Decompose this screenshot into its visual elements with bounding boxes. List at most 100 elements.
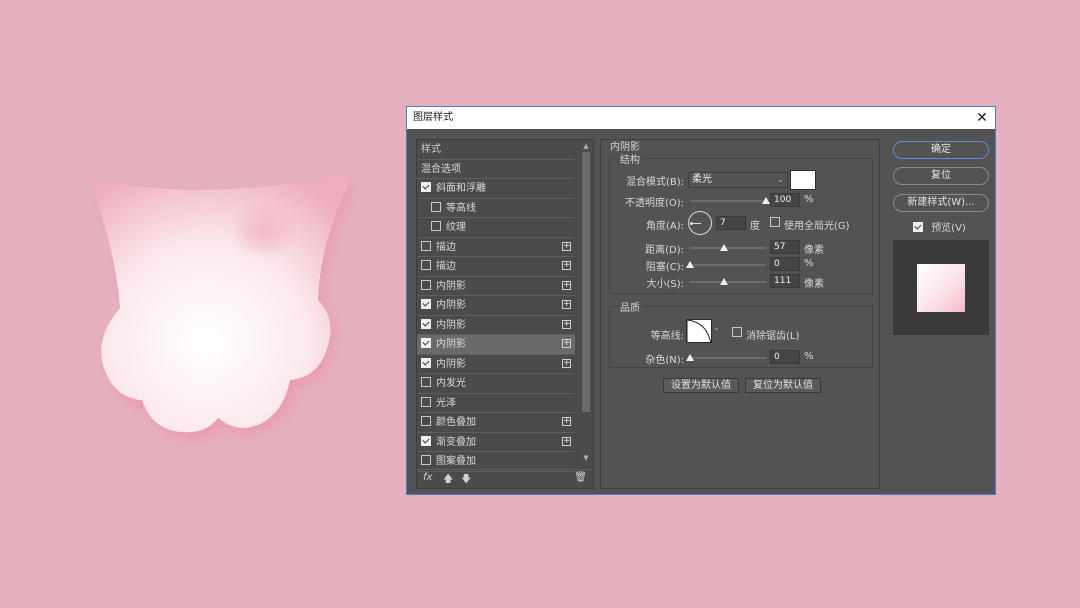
trash-icon[interactable]: 🗑 xyxy=(574,472,587,483)
distance-slider-thumb[interactable] xyxy=(720,244,729,251)
noise-unit: % xyxy=(804,351,814,362)
distance-slider[interactable] xyxy=(690,244,766,251)
style-item-label: 光泽 xyxy=(436,397,456,409)
style-item[interactable]: 斜面和浮雕 xyxy=(417,179,575,199)
inner-shadow-panel: 内阴影 结构 混合模式(B): 柔光 ⌄ 不透明度(O): 100 % 角度(A… xyxy=(600,139,880,489)
add-style-icon[interactable]: + xyxy=(562,436,571,446)
style-item-label: 内阴影 xyxy=(436,358,466,370)
styles-list: 样式 混合选项 斜面和浮雕 等高线 纹理 描边 + 描边 + 内阴影 + 内阴影 + 内阴影 + 内阴影 +… xyxy=(416,139,594,489)
new-style-button[interactable]: 新建样式(W)... xyxy=(893,194,989,212)
add-style-icon[interactable]: + xyxy=(562,417,571,426)
style-item[interactable]: 光泽 xyxy=(417,394,575,413)
add-style-icon[interactable]: + xyxy=(562,261,571,270)
style-checkbox[interactable] xyxy=(421,416,431,426)
style-checkbox[interactable] xyxy=(421,260,431,270)
choke-input[interactable]: 0 xyxy=(770,257,800,271)
style-item-label: 斜面和浮雕 xyxy=(436,183,486,194)
angle-dial[interactable] xyxy=(688,211,712,235)
angle-label: 角度(A): xyxy=(645,221,684,232)
add-style-icon[interactable]: + xyxy=(562,339,571,348)
structure-title: 结构 xyxy=(618,151,642,166)
style-checkbox[interactable] xyxy=(421,396,431,407)
reset-default-button[interactable]: 复位为默认值 xyxy=(745,378,821,393)
reset-button[interactable]: 复位 xyxy=(893,167,989,185)
opacity-slider[interactable] xyxy=(690,197,770,204)
style-item[interactable]: 内发光 xyxy=(417,374,575,394)
size-input[interactable]: 111 xyxy=(770,274,800,288)
style-checkbox[interactable] xyxy=(421,182,431,192)
blend-options-item[interactable]: 混合选项 xyxy=(417,160,575,179)
add-style-icon[interactable]: + xyxy=(562,300,571,309)
style-item-label: 内阴影 xyxy=(436,300,466,311)
style-checkbox[interactable] xyxy=(421,338,431,348)
scroll-up-icon[interactable]: ▲ xyxy=(582,142,590,152)
distance-unit: 像素 xyxy=(804,245,824,256)
scroll-thumb[interactable] xyxy=(582,152,590,412)
dialog-title: 图层样式 xyxy=(413,112,453,123)
angle-input[interactable]: 7 xyxy=(716,216,746,230)
style-item[interactable]: 渐变叠加 + xyxy=(417,433,575,452)
styles-scrollbar[interactable]: ▲ ▼ xyxy=(580,140,592,466)
preview-checkbox[interactable] xyxy=(913,222,923,232)
style-item[interactable]: 描边 + xyxy=(417,238,575,257)
distance-input[interactable]: 57 xyxy=(770,240,800,254)
noise-input[interactable]: 0 xyxy=(770,350,800,364)
opacity-input[interactable]: 100 xyxy=(770,193,800,207)
noise-slider-thumb[interactable] xyxy=(686,354,694,361)
style-checkbox[interactable] xyxy=(421,377,431,387)
dialog-titlebar[interactable]: 图层样式 ✕ xyxy=(407,107,995,129)
style-checkbox[interactable] xyxy=(421,357,431,368)
contour-curve-icon xyxy=(687,320,711,342)
style-checkbox[interactable] xyxy=(431,201,441,212)
style-item[interactable]: 内阴影 + xyxy=(417,296,575,316)
add-style-icon[interactable]: + xyxy=(562,358,571,368)
make-default-button[interactable]: 设置为默认值 xyxy=(663,378,739,393)
style-item[interactable]: 颜色叠加 + xyxy=(417,413,575,433)
style-checkbox[interactable] xyxy=(421,299,431,309)
style-checkbox[interactable] xyxy=(421,240,431,251)
global-light-checkbox[interactable] xyxy=(770,217,780,227)
style-checkbox[interactable] xyxy=(421,435,431,446)
style-item[interactable]: 内阴影 + xyxy=(417,335,575,355)
size-slider[interactable] xyxy=(690,278,766,285)
anti-alias-label: 消除锯齿(L) xyxy=(746,331,800,342)
choke-label: 阻塞(C): xyxy=(645,262,684,273)
paw-artwork xyxy=(88,173,356,441)
style-item[interactable]: 内阴影 + xyxy=(417,277,575,296)
anti-alias-checkbox[interactable] xyxy=(732,327,742,337)
opacity-slider-thumb[interactable] xyxy=(762,197,770,204)
contour-picker[interactable] xyxy=(686,319,712,343)
style-item[interactable]: 内阴影 + xyxy=(417,355,575,374)
choke-slider[interactable] xyxy=(686,261,766,268)
add-style-icon[interactable]: + xyxy=(562,280,571,290)
shadow-color-swatch[interactable] xyxy=(790,170,816,190)
global-light-label: 使用全局光(G) xyxy=(784,221,850,232)
contour-chevron-icon[interactable]: ⌄ xyxy=(713,323,720,332)
size-slider-thumb[interactable] xyxy=(720,278,729,285)
preview-swatch xyxy=(917,264,965,312)
style-checkbox[interactable] xyxy=(421,279,431,290)
style-item[interactable]: 内阴影 + xyxy=(417,316,575,335)
style-item[interactable]: 描边 + xyxy=(417,257,575,277)
style-checkbox[interactable] xyxy=(421,455,431,465)
style-item[interactable]: 等高线 xyxy=(417,199,575,218)
move-down-icon[interactable]: 🡇 xyxy=(461,472,471,489)
scroll-down-icon[interactable]: ▼ xyxy=(582,454,590,464)
fx-icon[interactable]: fx xyxy=(423,472,432,483)
blend-mode-select[interactable]: 柔光 ⌄ xyxy=(688,172,788,188)
ok-button[interactable]: 确定 xyxy=(893,141,989,159)
styles-header[interactable]: 样式 xyxy=(417,140,575,160)
style-item[interactable]: 纹理 xyxy=(417,218,575,238)
add-style-icon[interactable]: + xyxy=(562,241,571,251)
style-checkbox[interactable] xyxy=(421,318,431,329)
styles-footer: fx 🡅 🡇 🗑 xyxy=(417,469,593,488)
add-style-icon[interactable]: + xyxy=(562,319,571,329)
move-up-icon[interactable]: 🡅 xyxy=(443,472,453,489)
style-checkbox[interactable] xyxy=(431,221,441,231)
preview-toggle[interactable]: 预览(V) xyxy=(913,219,966,234)
style-item-label: 内阴影 xyxy=(436,339,466,350)
close-icon[interactable]: ✕ xyxy=(975,107,989,129)
choke-slider-thumb[interactable] xyxy=(686,261,694,268)
blend-mode-value: 柔光 xyxy=(692,174,712,185)
noise-slider[interactable] xyxy=(686,354,766,361)
